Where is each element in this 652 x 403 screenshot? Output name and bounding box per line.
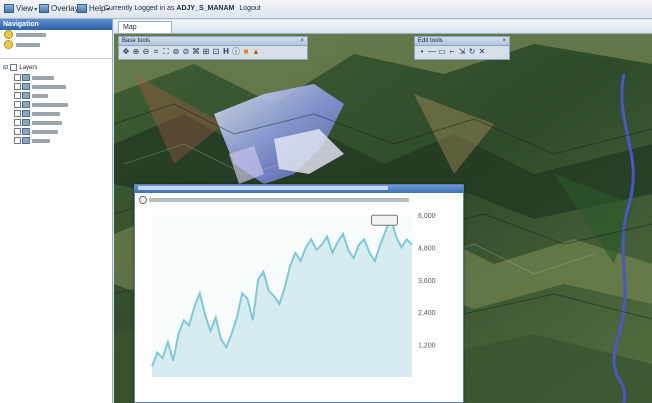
zoom-out-icon[interactable]: ⊖ [142, 48, 150, 56]
nav-row-label [16, 42, 40, 47]
login-status: Currently Logged in as ADJY_S_MANAM Logo… [104, 5, 261, 12]
layer-item[interactable] [14, 128, 58, 137]
base-tools-panel: Base tools × ✥ ⊕ ⊖ ⌗ ⛶ ⊛ ⊜ ⌘ ⊞ ⊡ H ⓘ ■ ▲ [118, 36, 308, 60]
layer-icon [22, 110, 30, 117]
map-tab-strip: Map [114, 20, 652, 34]
nav-row-1[interactable] [0, 30, 112, 40]
overlay-icon [39, 4, 49, 14]
polygon-icon[interactable]: ▭ [438, 48, 446, 56]
move-icon[interactable]: ⇲ [458, 48, 466, 56]
layer-icon [22, 137, 30, 144]
clear-icon[interactable]: ▲ [252, 48, 260, 56]
checkbox[interactable] [14, 74, 21, 81]
layer-label [32, 111, 60, 116]
edit-tools-title: Edit tools [415, 37, 509, 46]
line-icon[interactable]: — [428, 48, 436, 56]
layers-root[interactable]: ⊟ Layers [3, 64, 37, 73]
checkbox[interactable] [14, 119, 21, 126]
vertex-icon[interactable]: ⌐ [448, 48, 456, 56]
menu-view[interactable]: View▾ [4, 4, 37, 14]
elevation-chart-svg: 1,200 2,400 3,600 4,800 6,000 [151, 213, 436, 377]
checkbox[interactable] [14, 110, 21, 117]
username: ADJY_S_MANAM [176, 5, 235, 12]
measure-icon[interactable]: ⊞ [202, 48, 210, 56]
checkbox[interactable] [14, 92, 21, 99]
layer-icon [22, 83, 30, 90]
navigation-title: Navigation [0, 19, 112, 30]
menu-bar: View▾ Overlay▾ Help▾ Currently Logged in… [0, 0, 652, 19]
close-icon[interactable]: × [502, 38, 506, 44]
full-extent-icon[interactable]: ⛶ [162, 48, 170, 56]
profile-window[interactable]: 1,200 2,400 3,600 4,800 6,000 [134, 184, 464, 403]
zoom-next-icon[interactable]: ⊜ [182, 48, 190, 56]
chevron-down-icon: ▾ [34, 7, 38, 13]
layer-label [32, 129, 58, 134]
rotate-icon[interactable]: ↻ [468, 48, 476, 56]
nav-row-label [16, 32, 46, 37]
layer-label [32, 75, 54, 80]
identify-icon[interactable]: ⌘ [192, 48, 200, 56]
profile-icon[interactable]: H [222, 48, 230, 56]
layer-label [32, 93, 48, 98]
y-tick-label: 6,000 [418, 213, 436, 220]
y-tick-label: 4,800 [418, 245, 436, 252]
layer-icon [22, 128, 30, 135]
layer-item[interactable] [14, 92, 48, 101]
layer-label [32, 138, 50, 143]
radio-button[interactable] [139, 196, 147, 204]
layer-item[interactable] [14, 83, 66, 92]
select-icon[interactable]: ⊡ [212, 48, 220, 56]
profile-window-title[interactable] [135, 185, 463, 193]
zoom-in-icon[interactable]: ⊕ [132, 48, 140, 56]
checkbox[interactable] [14, 83, 21, 90]
layer-label [32, 84, 66, 89]
zoom-previous-icon[interactable]: ⊛ [172, 48, 180, 56]
y-tick-label: 2,400 [418, 310, 436, 317]
layer-item[interactable] [14, 101, 68, 110]
profile-window-title-text [138, 186, 388, 191]
expand-icon: ⊟ [3, 65, 9, 72]
layer-label [32, 120, 62, 125]
profile-subtitle [149, 198, 409, 202]
layer-icon [22, 119, 30, 126]
close-icon[interactable]: × [300, 38, 304, 44]
delete-icon[interactable]: ✕ [478, 48, 486, 56]
navigation-panel: Navigation ⊟ Layers [0, 19, 113, 403]
layer-icon [22, 92, 30, 99]
view-icon [4, 4, 14, 14]
divider [0, 58, 112, 59]
layers-root-label: Layers [19, 65, 38, 72]
checkbox[interactable] [14, 128, 21, 135]
logout-link[interactable]: Logout [239, 5, 260, 12]
help-icon [77, 4, 87, 14]
y-tick-label: 1,200 [418, 343, 436, 350]
value-tooltip [370, 214, 398, 226]
layer-item[interactable] [14, 119, 62, 128]
base-tools-title: Base tools [119, 37, 307, 46]
info-icon[interactable]: ⓘ [232, 48, 240, 56]
pan-icon[interactable]: ✥ [122, 48, 130, 56]
layer-item[interactable] [14, 110, 60, 119]
checkbox[interactable] [14, 101, 21, 108]
favorite-icon [4, 40, 13, 49]
y-tick-label: 3,600 [418, 278, 436, 285]
tab-map[interactable]: Map [118, 21, 172, 33]
layer-label [32, 102, 68, 107]
elevation-chart: 1,200 2,400 3,600 4,800 6,000 [138, 207, 458, 399]
zoom-box-icon[interactable]: ⌗ [152, 48, 160, 56]
layer-item[interactable] [14, 74, 54, 83]
layer-icon [22, 74, 30, 81]
edit-tools-panel: Edit tools × • — ▭ ⌐ ⇲ ↻ ✕ [414, 36, 510, 60]
point-icon[interactable]: • [418, 48, 426, 56]
checkbox[interactable] [14, 137, 21, 144]
stop-icon[interactable]: ■ [242, 48, 250, 56]
nav-row-2[interactable] [0, 40, 112, 50]
profile-subtitle-bar [135, 195, 463, 206]
layer-item[interactable] [14, 137, 50, 146]
checkbox[interactable] [9, 64, 17, 71]
layer-icon [22, 101, 30, 108]
favorite-icon [4, 30, 13, 39]
